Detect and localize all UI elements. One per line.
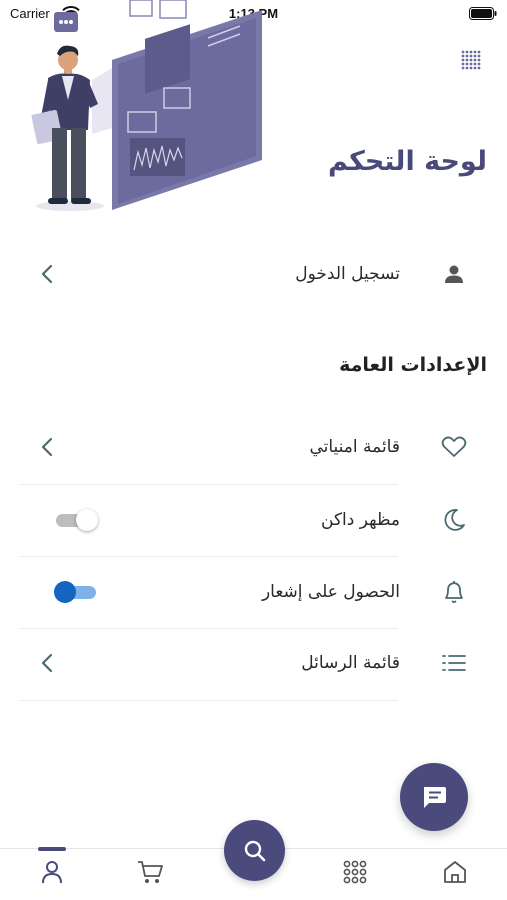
page-title: لوحة التحكم — [327, 146, 487, 177]
settings-item-dark-mode: مظهر داكن — [20, 485, 496, 555]
search-button[interactable] — [224, 820, 285, 881]
settings-item-messages[interactable]: قائمة الرسائل — [20, 628, 496, 698]
heart-icon — [440, 433, 468, 461]
bell-icon — [440, 578, 468, 606]
settings-item-label: مظهر داكن — [321, 510, 400, 530]
search-icon — [244, 840, 265, 861]
home-icon — [444, 861, 466, 883]
divider — [20, 700, 398, 701]
settings-item-label: الحصول على إشعار — [261, 582, 400, 602]
chevron-left-icon — [41, 653, 53, 673]
apps-grid-icon — [343, 860, 367, 884]
nav-profile[interactable] — [32, 859, 72, 895]
person-icon — [440, 260, 468, 288]
moon-icon — [440, 506, 468, 534]
dark-mode-toggle[interactable] — [54, 509, 98, 531]
chat-button[interactable] — [400, 763, 468, 831]
nav-cart[interactable] — [130, 859, 170, 895]
nav-home[interactable] — [435, 859, 475, 895]
toggle-knob — [54, 581, 76, 603]
settings-item-label: قائمة امنياتي — [309, 437, 400, 457]
active-tab-indicator — [38, 847, 66, 851]
settings-item-wishlist[interactable]: قائمة امنياتي — [20, 412, 496, 482]
login-label: تسجيل الدخول — [295, 264, 400, 284]
chat-icon — [424, 787, 446, 808]
battery-icon — [469, 7, 497, 20]
settings-item-label: قائمة الرسائل — [301, 653, 400, 673]
login-row[interactable]: تسجيل الدخول — [20, 239, 496, 309]
settings-item-notifications: الحصول على إشعار — [20, 557, 496, 627]
chevron-left-icon — [41, 264, 53, 284]
list-icon — [440, 649, 468, 677]
chevron-left-icon — [41, 437, 53, 457]
dashboard-illustration — [31, 0, 262, 211]
nav-apps[interactable] — [335, 859, 375, 895]
toggle-knob — [76, 509, 98, 531]
notifications-toggle[interactable] — [54, 581, 98, 603]
profile-icon — [42, 861, 62, 884]
section-title-general-settings: الإعدادات العامة — [339, 354, 487, 376]
cart-icon — [138, 861, 163, 883]
dots-grid-icon[interactable] — [458, 47, 484, 73]
